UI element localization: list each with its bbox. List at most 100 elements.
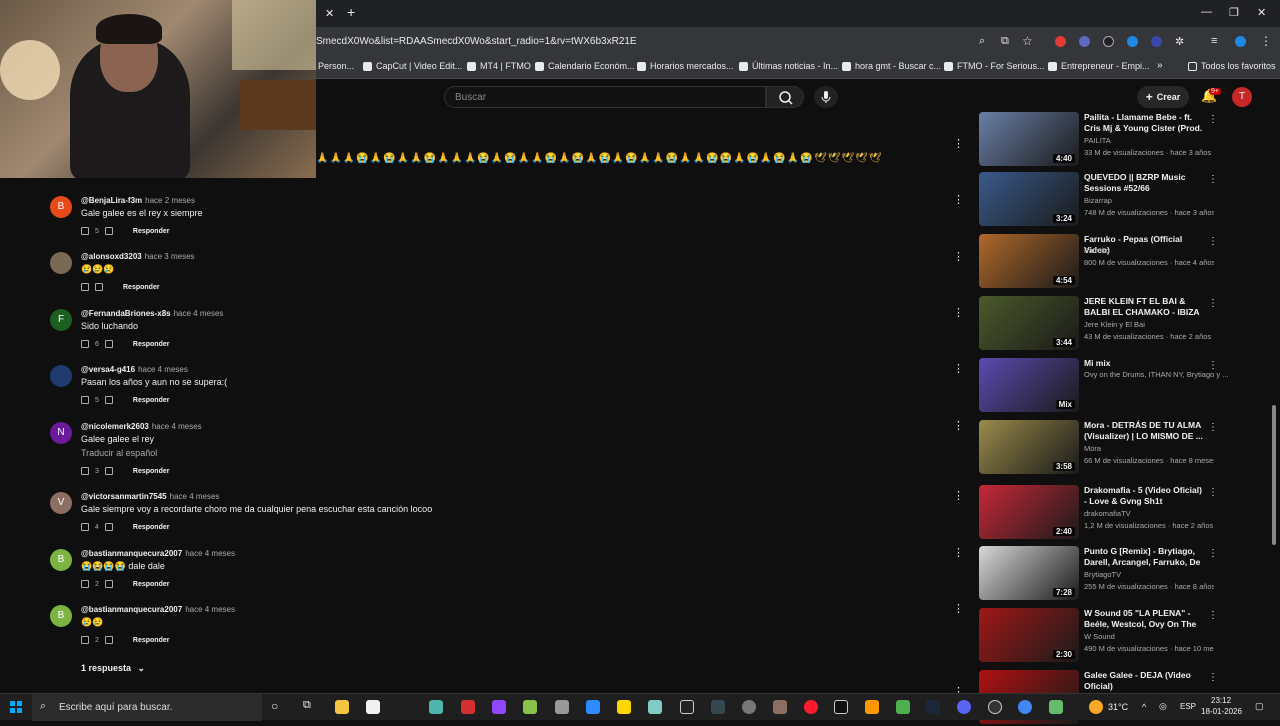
weather-temp[interactable]: 31°C — [1108, 702, 1128, 712]
video-menu-icon[interactable]: ⋮ — [1208, 114, 1218, 125]
like-icon[interactable] — [81, 580, 89, 588]
like-icon[interactable] — [81, 227, 89, 235]
app-icon[interactable] — [711, 700, 725, 714]
video-menu-icon[interactable]: ⋮ — [1208, 610, 1218, 621]
channel-name[interactable]: Jere Klein y El Bai — [1084, 320, 1145, 329]
zoom-icon[interactable]: ⌕ — [979, 35, 985, 48]
extension-icon[interactable] — [1103, 36, 1114, 47]
dislike-icon[interactable] — [104, 636, 113, 644]
steam-icon[interactable] — [926, 700, 940, 714]
video-title[interactable]: QUEVEDO || BZRP Music Sessions #52/66 — [1084, 172, 1204, 194]
bookmark-item[interactable]: CapCut | Video Edit... — [363, 61, 462, 71]
video-menu-icon[interactable]: ⋮ — [1208, 298, 1218, 309]
video-title[interactable]: Galee Galee - DEJA (Video Oficial) — [1084, 670, 1204, 692]
app-icon[interactable] — [773, 700, 787, 714]
chrome-icon[interactable] — [1018, 700, 1032, 714]
video-item[interactable]: 7:28 Punto G [Remix] - Brytiago, Darell, … — [979, 546, 1219, 602]
sticky-notes-icon[interactable] — [617, 700, 631, 714]
dislike-icon[interactable] — [95, 283, 103, 291]
video-thumbnail[interactable]: 2:30 — [979, 608, 1079, 662]
channel-name[interactable]: Farruko — [1084, 246, 1110, 255]
close-window-icon[interactable]: ✕ — [1257, 6, 1266, 19]
app-icon[interactable] — [555, 700, 569, 714]
bookmark-item[interactable]: Horarios mercados... — [637, 61, 734, 71]
bookmark-item[interactable]: Calendario Económ... — [535, 61, 635, 71]
channel-name[interactable]: Mora — [1084, 444, 1101, 453]
avatar[interactable]: B — [50, 196, 72, 218]
reply-button[interactable]: Responder — [133, 637, 170, 644]
search-input[interactable]: Buscar — [444, 86, 766, 108]
video-menu-icon[interactable]: ⋮ — [1208, 174, 1218, 185]
close-tab-icon[interactable]: ✕ — [325, 7, 334, 20]
avatar[interactable]: B — [50, 605, 72, 627]
reply-button[interactable]: Responder — [133, 341, 170, 348]
like-icon[interactable] — [81, 340, 89, 348]
capcut-icon[interactable] — [680, 700, 694, 714]
video-thumbnail[interactable]: Mix — [979, 358, 1079, 412]
discord-icon[interactable] — [957, 700, 971, 714]
avatar[interactable]: F — [50, 309, 72, 331]
profile-icon[interactable] — [1235, 36, 1246, 47]
app-icon[interactable] — [648, 700, 662, 714]
video-title[interactable]: Drakomafia - 5 (Video Oficial) - Love & … — [1084, 485, 1204, 507]
bookmark-item[interactable]: MT4 | FTMO — [467, 61, 531, 71]
reply-button[interactable]: Responder — [123, 284, 160, 291]
dislike-icon[interactable] — [104, 396, 113, 404]
video-menu-icon[interactable]: ⋮ — [1208, 548, 1218, 559]
video-item[interactable]: 4:54 Farruko - Pepas (Official Video) Farr… — [979, 234, 1219, 290]
video-menu-icon[interactable]: ⋮ — [1208, 422, 1218, 433]
video-title[interactable]: Mora - DETRÁS DE TU ALMA (Visualizer) | … — [1084, 420, 1204, 442]
account-avatar[interactable]: T — [1232, 87, 1252, 107]
comment-menu-icon[interactable]: ⋮ — [953, 137, 964, 150]
avatar[interactable]: N — [50, 422, 72, 444]
copilot-icon[interactable] — [429, 700, 443, 714]
video-thumbnail[interactable]: 3:44 — [979, 296, 1079, 350]
video-title[interactable]: Punto G [Remix] - Brytiago, Darell, Arca… — [1084, 546, 1204, 569]
video-title[interactable]: JERE KLEIN FT EL BAI & BALBI EL CHAMAKO … — [1084, 296, 1204, 319]
extension-icon[interactable] — [1127, 36, 1138, 47]
comment-menu-icon[interactable]: ⋮ — [953, 250, 964, 263]
like-icon[interactable] — [81, 636, 89, 644]
video-thumbnail[interactable]: 4:40 — [979, 112, 1079, 166]
dislike-icon[interactable] — [104, 580, 113, 588]
cortana-icon[interactable]: ○ — [271, 699, 278, 713]
bookmark-item[interactable]: Últimas noticias - In... — [739, 61, 838, 71]
comment-menu-icon[interactable]: ⋮ — [953, 489, 964, 502]
video-title[interactable]: Pailita - Llamame Bebe - ft. Cris Mj & Y… — [1084, 112, 1204, 135]
task-view-icon[interactable]: ⧉ — [303, 699, 311, 712]
cast-icon[interactable]: ⧉ — [1001, 35, 1009, 48]
extensions-puzzle-icon[interactable]: ✲ — [1175, 35, 1184, 48]
bookmark-item[interactable]: FTMO - For Serious... — [944, 61, 1045, 71]
windows-start-icon[interactable] — [10, 701, 22, 713]
video-thumbnail[interactable]: 3:58 — [979, 420, 1079, 474]
more-bookmarks-icon[interactable]: » — [1157, 60, 1163, 71]
video-title[interactable]: W Sound 05 "LA PLENA" - Beéle, Westcol, … — [1084, 608, 1204, 631]
comment-menu-icon[interactable]: ⋮ — [953, 602, 964, 615]
zoom-app-icon[interactable] — [586, 700, 600, 714]
reply-button[interactable]: Responder — [133, 581, 170, 588]
like-icon[interactable] — [81, 396, 89, 404]
video-item[interactable]: 2:30 W Sound 05 "LA PLENA" - Beéle, Westc… — [979, 608, 1219, 664]
video-item[interactable]: 4:40 Pailita - Llamame Bebe - ft. Cris Mj… — [979, 112, 1219, 168]
file-explorer-icon[interactable] — [335, 700, 349, 714]
extension-icon[interactable] — [1079, 36, 1090, 47]
avatar[interactable] — [50, 365, 72, 387]
url-text[interactable]: SmecdX0Wo&list=RDAASmecdX0Wo&start_radio… — [316, 36, 637, 47]
comment-menu-icon[interactable]: ⋮ — [953, 306, 964, 319]
new-tab-icon[interactable]: + — [347, 4, 355, 20]
dislike-icon[interactable] — [104, 467, 113, 475]
video-thumbnail[interactable]: 3:24 — [979, 172, 1079, 226]
like-icon[interactable] — [81, 283, 89, 291]
channel-name[interactable]: BrytiagoTV — [1084, 570, 1121, 579]
channel-name[interactable]: Bizarrap — [1084, 196, 1112, 205]
video-menu-icon[interactable]: ⋮ — [1208, 236, 1218, 247]
like-icon[interactable] — [81, 523, 89, 531]
network-icon[interactable]: ◎ — [1159, 701, 1167, 712]
scrollbar[interactable] — [1272, 405, 1276, 545]
video-menu-icon[interactable]: ⋮ — [1208, 672, 1218, 683]
all-bookmarks[interactable]: Todos los favoritos — [1188, 61, 1276, 71]
obs-icon[interactable] — [988, 700, 1002, 714]
reply-button[interactable]: Responder — [133, 228, 170, 235]
dislike-icon[interactable] — [104, 227, 113, 235]
channel-name[interactable]: Ovy on the Drums, ITHAN NY, Brytiago y .… — [1084, 370, 1229, 379]
